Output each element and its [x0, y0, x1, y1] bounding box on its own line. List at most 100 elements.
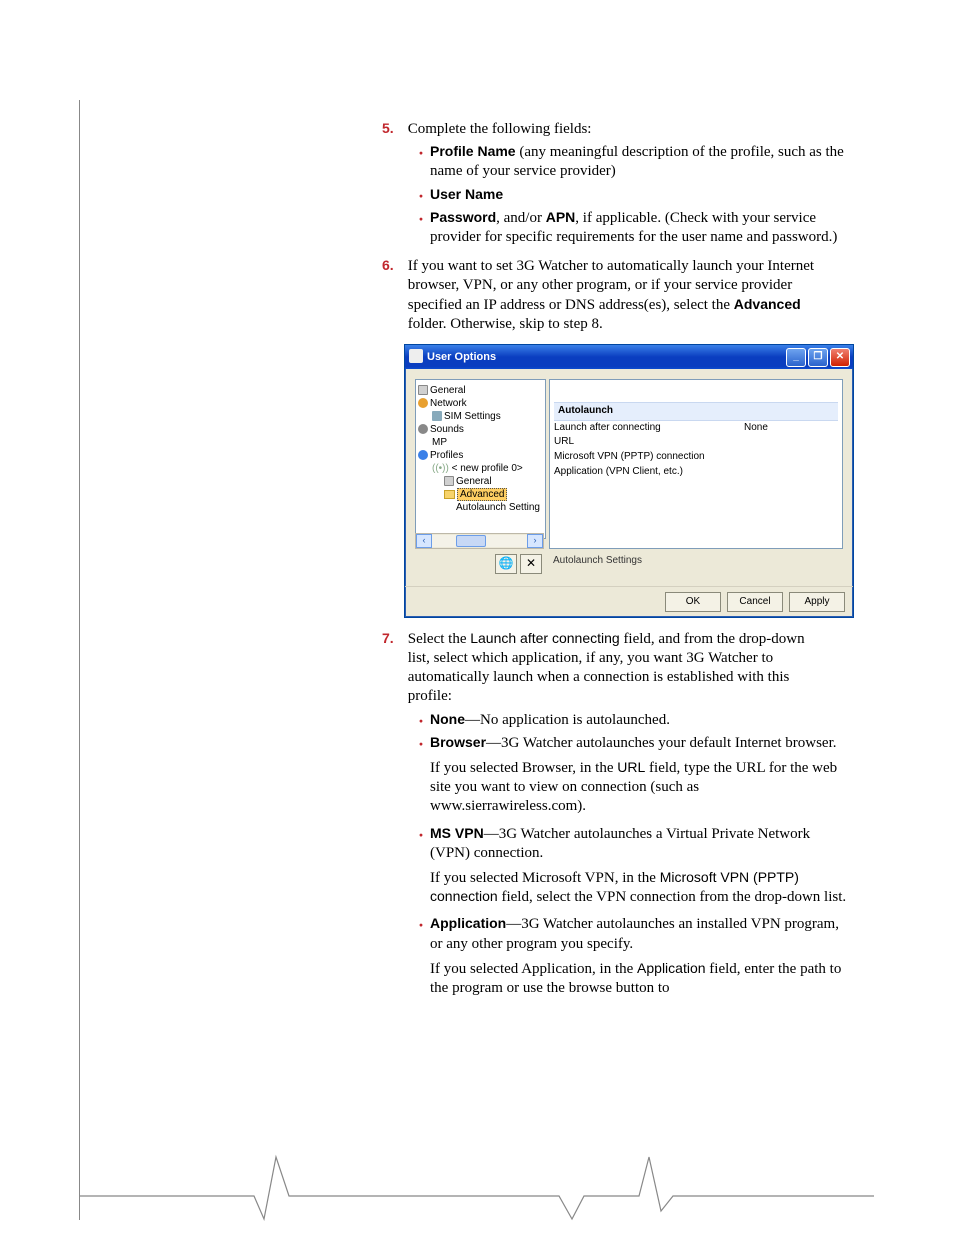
text-none-desc: —No application is autolaunched. [465, 712, 670, 728]
label-apn: APN [546, 209, 576, 225]
tree-item-sim-settings[interactable]: SIM Settings [418, 410, 543, 423]
description-area: Autolaunch Settings [549, 552, 843, 575]
scroll-thumb[interactable] [456, 535, 486, 547]
antenna-icon: ((•)) [432, 463, 449, 474]
dialog-footer: OK Cancel Apply [405, 586, 853, 617]
network-icon [418, 398, 428, 408]
browser-subtext: If you selected Browser, in the URL fiel… [430, 759, 852, 817]
scroll-right-button[interactable]: › [527, 534, 543, 548]
prop-key-application: Application (VPN Client, etc.) [554, 466, 744, 479]
speaker-icon [418, 424, 428, 434]
step-5: 5. Complete the following fields: [404, 120, 852, 139]
app-sub-1: If you selected Application, in the [430, 961, 637, 977]
tree-item-advanced[interactable]: Advanced [418, 488, 543, 501]
scroll-track[interactable] [432, 535, 527, 547]
browser-sub-1: If you selected Browser, in the [430, 760, 617, 776]
label-user-name: User Name [430, 186, 503, 202]
step-7-item-none: None—No application is autolaunched. [418, 711, 852, 730]
tree-item-profiles[interactable]: Profiles [418, 449, 543, 462]
page-icon [418, 385, 428, 395]
toolbar-delete-button[interactable]: ✕ [520, 554, 542, 574]
field-application: Application [637, 960, 706, 976]
label-none: None [430, 711, 465, 727]
prop-key-url: URL [554, 436, 744, 449]
step-5-number: 5. [382, 120, 404, 138]
text-andor: , and/or [496, 210, 546, 226]
dialog-app-icon [409, 349, 423, 363]
step-5-text: Complete the following fields: [408, 120, 826, 139]
tree-toolbar: 🌐 ✕ Autolaunch Settings [415, 553, 843, 575]
prop-row-msvpn[interactable]: Microsoft VPN (PPTP) connection [550, 450, 842, 465]
dialog-titlebar[interactable]: User Options _ ❐ ✕ [405, 345, 853, 369]
minimize-button[interactable]: _ [786, 348, 806, 367]
step-5-item-profile-name: Profile Name (any meaningful description… [418, 143, 852, 181]
field-launch-after-connecting: Launch after connecting [470, 630, 619, 646]
step-7-item-msvpn: MS VPN—3G Watcher autolaunches a Virtual… [418, 825, 852, 908]
close-button[interactable]: ✕ [830, 348, 850, 367]
step-6: 6. If you want to set 3G Watcher to auto… [404, 257, 852, 334]
property-grid: Autolaunch Launch after connecting None … [549, 379, 843, 549]
footer-waveform-decoration [79, 1151, 874, 1221]
label-msvpn: MS VPN [430, 825, 484, 841]
tree-item-network[interactable]: Network [418, 397, 543, 410]
tree-item-new-profile[interactable]: ((•)) < new profile 0> [418, 462, 543, 475]
x-icon: ✕ [526, 556, 536, 571]
tree-item-mp[interactable]: MP [418, 436, 543, 449]
prop-key-launch-after: Launch after connecting [554, 422, 744, 435]
ok-button[interactable]: OK [665, 592, 721, 612]
prop-key-msvpn: Microsoft VPN (PPTP) connection [554, 451, 744, 464]
tree-selected-label: Advanced [457, 488, 507, 501]
label-profile-name: Profile Name [430, 143, 516, 159]
cancel-button[interactable]: Cancel [727, 592, 783, 612]
page-icon [444, 476, 454, 486]
sim-icon [432, 411, 442, 421]
step-7-item-browser: Browser—3G Watcher autolaunches your def… [418, 734, 852, 817]
globe-icon [418, 450, 428, 460]
step-7-sublist: None—No application is autolaunched. Bro… [418, 711, 852, 998]
label-password: Password [430, 209, 496, 225]
scroll-left-button[interactable]: ‹ [416, 534, 432, 548]
toolbar-new-button[interactable]: 🌐 [495, 554, 517, 574]
text-browser-desc: —3G Watcher autolaunches your default In… [486, 735, 836, 751]
step-5-item-password-apn: Password, and/or APN, if applicable. (Ch… [418, 209, 852, 247]
step-7-body: Select the Launch after connecting field… [408, 630, 826, 707]
msvpn-sub-1: If you selected Microsoft VPN, in the [430, 870, 660, 886]
step-6-body: If you want to set 3G Watcher to automat… [408, 257, 826, 334]
tree-item-profile-general[interactable]: General [418, 475, 543, 488]
document-body: 5. Complete the following fields: Profil… [404, 120, 852, 1008]
field-url: URL [617, 759, 645, 775]
msvpn-subtext: If you selected Microsoft VPN, in the Mi… [430, 869, 852, 907]
step-5-item-user-name: User Name [418, 186, 852, 205]
maximize-button[interactable]: ❐ [808, 348, 828, 367]
prop-row-launch-after[interactable]: Launch after connecting None [550, 421, 842, 436]
tree-item-sounds[interactable]: Sounds [418, 423, 543, 436]
folder-open-icon [444, 490, 455, 499]
user-options-dialog: User Options _ ❐ ✕ General Network SIM S… [404, 344, 854, 618]
label-browser: Browser [430, 734, 486, 750]
dialog-title: User Options [427, 351, 496, 363]
apply-button[interactable]: Apply [789, 592, 845, 612]
step-6-text-2: folder. Otherwise, skip to step 8. [408, 316, 603, 332]
left-margin-rule [79, 100, 80, 1220]
step-7: 7. Select the Launch after connecting fi… [404, 630, 852, 707]
step-7-item-application: Application—3G Watcher autolaunches an i… [418, 915, 852, 998]
prop-row-url[interactable]: URL [550, 435, 842, 450]
step-6-number: 6. [382, 257, 404, 275]
tree-h-scrollbar[interactable]: ‹ › [415, 533, 544, 549]
application-subtext: If you selected Application, in the Appl… [430, 960, 852, 998]
prop-row-application[interactable]: Application (VPN Client, etc.) [550, 465, 842, 480]
msvpn-sub-2: field, select the VPN connection from th… [498, 889, 846, 905]
step-5-sublist: Profile Name (any meaningful description… [418, 143, 852, 247]
label-advanced: Advanced [734, 296, 801, 312]
dialog-body: General Network SIM Settings Sounds MP P… [409, 373, 849, 585]
label-application: Application [430, 915, 506, 931]
window-controls: _ ❐ ✕ [786, 348, 850, 367]
options-tree[interactable]: General Network SIM Settings Sounds MP P… [415, 379, 546, 539]
tree-item-general[interactable]: General [418, 384, 543, 397]
step-7-text-1: Select the [408, 631, 470, 647]
group-autolaunch: Autolaunch [554, 402, 838, 421]
step-7-number: 7. [382, 630, 404, 648]
globe-small-icon: 🌐 [499, 556, 514, 571]
prop-val-launch-after[interactable]: None [744, 422, 768, 435]
tree-item-autolaunch-setting[interactable]: Autolaunch Setting [418, 501, 543, 514]
